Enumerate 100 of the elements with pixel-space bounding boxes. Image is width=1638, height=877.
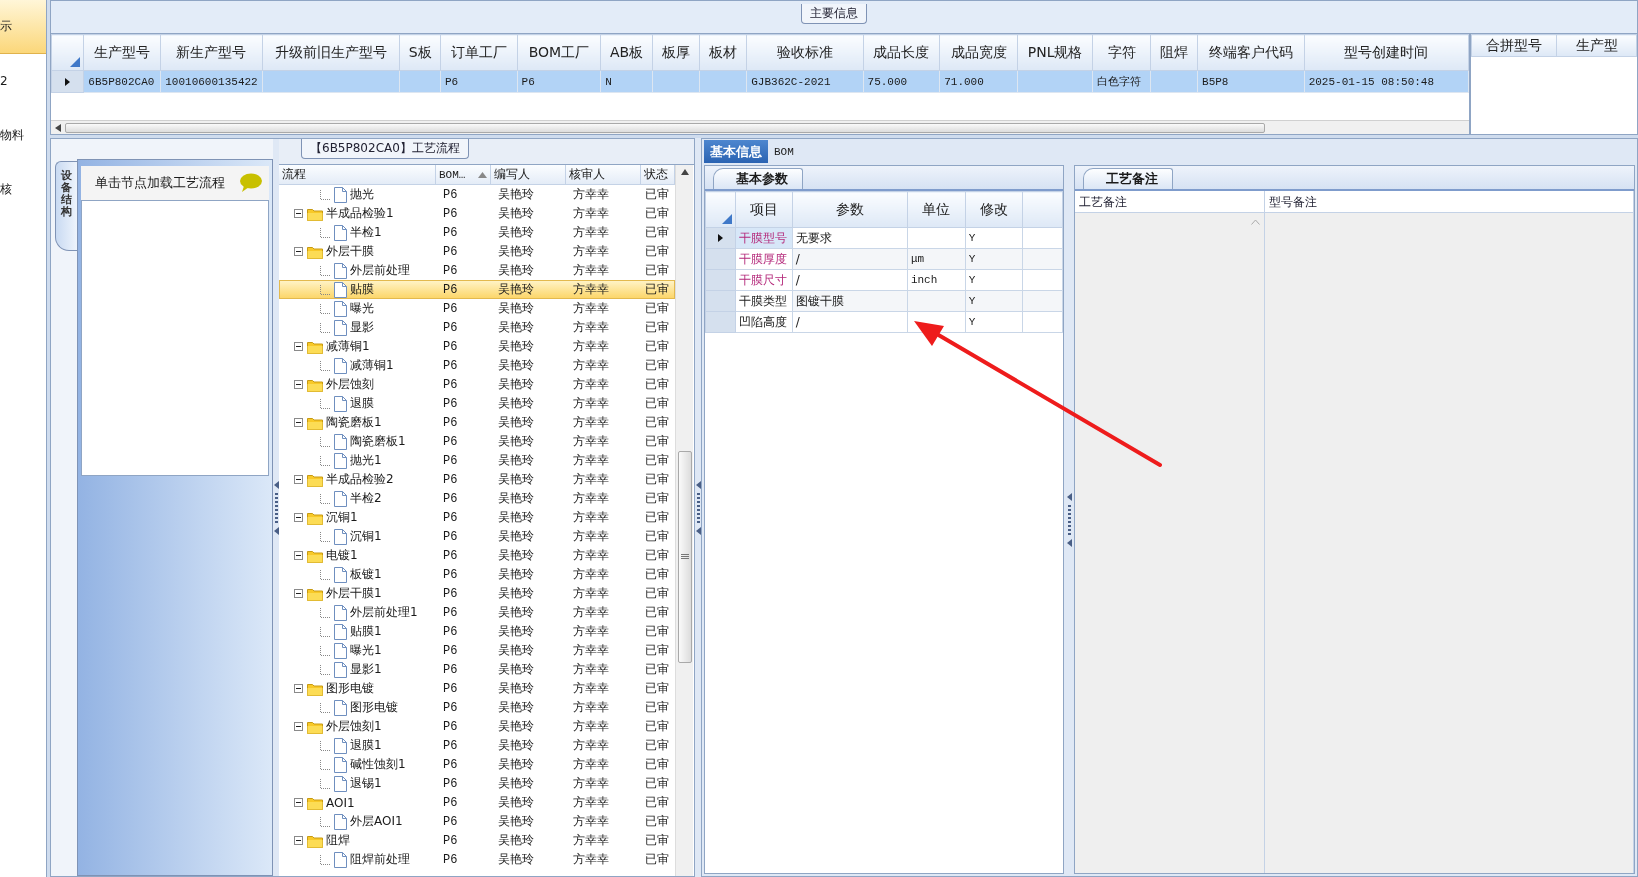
column-header[interactable]: 项目 (735, 191, 793, 228)
column-header[interactable]: 型号备注 (1265, 191, 1634, 212)
tree-row[interactable]: 电镀1 P6 吴艳玲 方幸幸 已审 (279, 546, 675, 565)
column-header[interactable]: 板厚 (652, 34, 700, 71)
tree-row[interactable]: 显影1 P6 吴艳玲 方幸幸 已审 (279, 660, 675, 679)
vertical-tab[interactable]: 设备结构 (55, 161, 77, 251)
tree-row[interactable]: 半检1 P6 吴艳玲 方幸幸 已审 (279, 223, 675, 242)
collapse-icon[interactable] (294, 722, 303, 731)
tree-row[interactable]: 显影 P6 吴艳玲 方幸幸 已审 (279, 318, 675, 337)
sidebar-item[interactable]: 示 (0, 0, 46, 54)
tab[interactable]: 基本信息 (704, 140, 768, 163)
scroll-left-icon[interactable] (55, 123, 61, 132)
tree-row[interactable]: 退锡1 P6 吴艳玲 方幸幸 已审 (279, 774, 675, 793)
column-header[interactable]: 订单工厂 (440, 34, 518, 71)
column-header[interactable]: AB板 (600, 34, 653, 71)
tree-row[interactable]: 退膜1 P6 吴艳玲 方幸幸 已审 (279, 736, 675, 755)
tree-row[interactable]: 退膜 P6 吴艳玲 方幸幸 已审 (279, 394, 675, 413)
collapse-icon[interactable] (294, 418, 303, 427)
column-header[interactable]: 生产型 (1556, 34, 1637, 57)
splitter-arrow-icon[interactable] (273, 526, 279, 535)
splitter-arrow-icon[interactable] (1066, 492, 1072, 501)
column-header[interactable]: 工艺备注 (1075, 191, 1265, 212)
tree-row[interactable]: 减薄铜1 P6 吴艳玲 方幸幸 已审 (279, 356, 675, 375)
tree-row[interactable]: 外层AOI1 P6 吴艳玲 方幸幸 已审 (279, 812, 675, 831)
column-header[interactable]: 新生产型号 (160, 34, 263, 71)
tree-row[interactable]: 外层干膜1 P6 吴艳玲 方幸幸 已审 (279, 584, 675, 603)
splitter-arrow-icon[interactable] (273, 480, 279, 489)
splitter-arrow-icon[interactable] (695, 526, 701, 535)
tree-row[interactable]: 抛光 P6 吴艳玲 方幸幸 已审 (279, 185, 675, 204)
tree-row[interactable]: 阻焊 P6 吴艳玲 方幸幸 已审 (279, 831, 675, 850)
tree-row[interactable]: AOI1 P6 吴艳玲 方幸幸 已审 (279, 793, 675, 812)
collapse-icon[interactable] (294, 513, 303, 522)
tree-row[interactable]: 减薄铜1 P6 吴艳玲 方幸幸 已审 (279, 337, 675, 356)
splitter-arrow-icon[interactable] (695, 480, 701, 489)
tree-row[interactable]: 阻焊前处理 P6 吴艳玲 方幸幸 已审 (279, 850, 675, 869)
tab[interactable]: BOM (768, 140, 800, 163)
tree-row[interactable]: 抛光1 P6 吴艳玲 方幸幸 已审 (279, 451, 675, 470)
collapse-icon[interactable] (294, 684, 303, 693)
tree-row[interactable]: 板镀1 P6 吴艳玲 方幸幸 已审 (279, 565, 675, 584)
tree-row[interactable]: 陶瓷磨板1 P6 吴艳玲 方幸幸 已审 (279, 413, 675, 432)
row-header[interactable] (705, 227, 736, 249)
column-header[interactable]: 型号创建时间 (1304, 34, 1469, 71)
tree-row[interactable]: 半成品检验2 P6 吴艳玲 方幸幸 已审 (279, 470, 675, 489)
tab[interactable]: 基本参数 (713, 168, 803, 189)
tree-row[interactable]: 陶瓷磨板1 P6 吴艳玲 方幸幸 已审 (279, 432, 675, 451)
tree-row[interactable]: 曝光 P6 吴艳玲 方幸幸 已审 (279, 299, 675, 318)
tree-row[interactable]: 沉铜1 P6 吴艳玲 方幸幸 已审 (279, 508, 675, 527)
tree-row[interactable]: 曝光1 P6 吴艳玲 方幸幸 已审 (279, 641, 675, 660)
splitter-arrow-icon[interactable] (1066, 538, 1072, 547)
tree-row[interactable]: 图形电镀 P6 吴艳玲 方幸幸 已审 (279, 679, 675, 698)
collapse-icon[interactable] (294, 247, 303, 256)
tree-row[interactable]: 贴膜1 P6 吴艳玲 方幸幸 已审 (279, 622, 675, 641)
collapse-icon[interactable] (294, 209, 303, 218)
tree-row[interactable]: 贴膜 P6 吴艳玲 方幸幸 已审 (279, 280, 675, 299)
collapse-icon[interactable] (294, 475, 303, 484)
column-header[interactable]: 成品宽度 (939, 34, 1018, 71)
splitter-grip-icon[interactable] (274, 492, 278, 523)
tree-row[interactable]: 外层蚀刻 P6 吴艳玲 方幸幸 已审 (279, 375, 675, 394)
collapse-icon[interactable] (294, 798, 303, 807)
column-header[interactable]: BOM工厂 (517, 34, 601, 71)
vertical-scrollbar[interactable] (675, 165, 693, 876)
column-header[interactable]: 板材 (699, 34, 747, 71)
column-header[interactable]: 编写人 (491, 165, 566, 184)
column-header[interactable]: 流程 (279, 165, 436, 184)
tree-row[interactable]: 半成品检验1 P6 吴艳玲 方幸幸 已审 (279, 204, 675, 223)
collapse-icon[interactable] (294, 836, 303, 845)
column-header[interactable]: 终端客户代码 (1197, 34, 1305, 71)
tree-row[interactable]: 外层前处理1 P6 吴艳玲 方幸幸 已审 (279, 603, 675, 622)
collapse-icon[interactable] (294, 551, 303, 560)
column-header[interactable]: 生产型号 (83, 34, 161, 71)
column-header[interactable]: BOM… (436, 165, 491, 184)
collapse-icon[interactable] (294, 589, 303, 598)
tree-row[interactable]: 碱性蚀刻1 P6 吴艳玲 方幸幸 已审 (279, 755, 675, 774)
tree-row[interactable]: 外层前处理 P6 吴艳玲 方幸幸 已审 (279, 261, 675, 280)
tree-row[interactable]: 外层蚀刻1 P6 吴艳玲 方幸幸 已审 (279, 717, 675, 736)
column-header[interactable]: 合拼型号 (1471, 34, 1557, 57)
tab[interactable]: 工艺备注 (1083, 168, 1173, 189)
splitter-grip-icon[interactable] (696, 492, 700, 523)
column-header[interactable]: 验收标准 (746, 34, 864, 71)
column-header[interactable]: 修改 (965, 191, 1023, 228)
tree-row[interactable]: 图形电镀 P6 吴艳玲 方幸幸 已审 (279, 698, 675, 717)
column-header[interactable]: 阻焊 (1150, 34, 1198, 71)
tree-row[interactable]: 外层干膜 P6 吴艳玲 方幸幸 已审 (279, 242, 675, 261)
tree-connector-icon (320, 740, 330, 751)
splitter-grip-icon[interactable] (1067, 504, 1071, 535)
column-header[interactable]: 单位 (907, 191, 966, 228)
column-header[interactable]: 参数 (792, 191, 908, 228)
collapse-icon[interactable] (294, 342, 303, 351)
scroll-arrow-icon[interactable] (680, 169, 689, 175)
column-header[interactable]: 核审人 (566, 165, 641, 184)
tree-row[interactable]: 沉铜1 P6 吴艳玲 方幸幸 已审 (279, 527, 675, 546)
column-header[interactable]: 成品长度 (863, 34, 940, 71)
column-header[interactable]: 升级前旧生产型号 (262, 34, 400, 71)
column-header[interactable]: PNL规格 (1017, 34, 1093, 71)
collapse-icon[interactable] (294, 380, 303, 389)
row-header[interactable] (51, 70, 84, 93)
horizontal-scrollbar[interactable] (51, 120, 1469, 134)
column-header[interactable]: 字符 (1092, 34, 1151, 71)
tree-row[interactable]: 半检2 P6 吴艳玲 方幸幸 已审 (279, 489, 675, 508)
column-header[interactable]: S板 (399, 34, 441, 71)
